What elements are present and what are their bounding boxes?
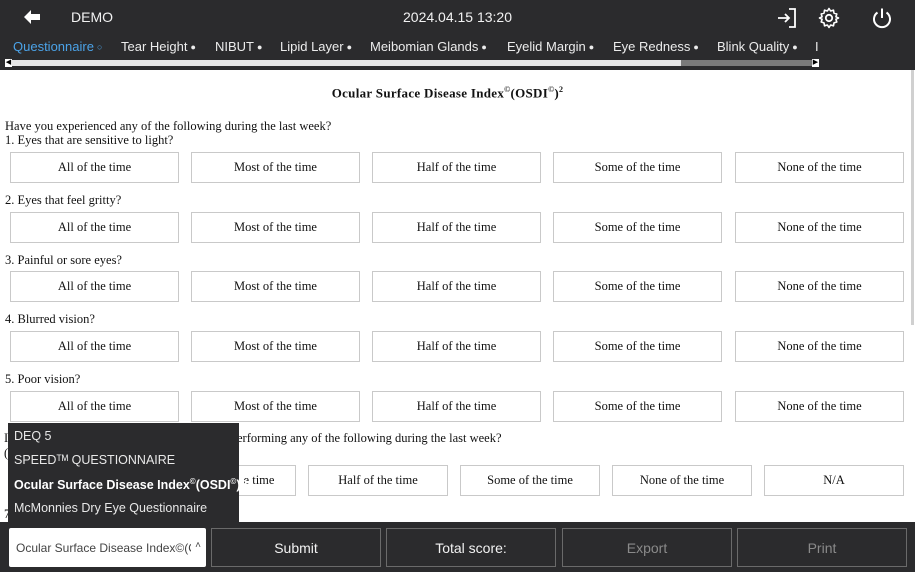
tab-meibomian-glands[interactable]: Meibomian Glands ● <box>370 39 487 54</box>
questionnaire-dropdown-menu: DEQ 5 SPEEDᵀᴹ QUESTIONNAIRE Ocular Surfa… <box>8 423 247 522</box>
page-title: Ocular Surface Disease Index©(OSDI©)2 <box>0 85 895 101</box>
menu-close: )2 <box>236 478 248 493</box>
tab-eye-redness[interactable]: Eye Redness ● <box>613 39 699 54</box>
tab-eyelid-margin[interactable]: Eyelid Margin ● <box>507 39 594 54</box>
q5-option-some[interactable]: Some of the time <box>553 391 722 422</box>
title-abbrev: (OSDI <box>510 85 549 101</box>
q3-option-most[interactable]: Most of the time <box>191 271 360 302</box>
tab-label: Meibomian Glands <box>370 39 479 54</box>
q2-option-all[interactable]: All of the time <box>10 212 179 243</box>
tab-lipid-layer[interactable]: Lipid Layer ● <box>280 39 352 54</box>
tab-nibut[interactable]: NIBUT ● <box>215 39 262 54</box>
tab-label: Tear Height <box>121 39 188 54</box>
q6-option-some[interactable]: Some of the time <box>460 465 600 496</box>
menu-item-deq5[interactable]: DEQ 5 <box>14 429 52 443</box>
export-button[interactable]: Export <box>562 528 732 567</box>
question-4: 4. Blurred vision? <box>5 312 95 326</box>
footer-bar: Ocular Surface Disease Index©(OS ˄ Submi… <box>0 522 915 572</box>
menu-item-label: Ocular Surface Disease Index <box>14 478 190 493</box>
tab-bar: Questionnaire ○ Tear Height ● NIBUT ● Lipid… <box>0 35 915 58</box>
menu-item-speed[interactable]: SPEEDᵀᴹ QUESTIONNAIRE <box>14 453 175 467</box>
q1-option-none[interactable]: None of the time <box>735 152 904 183</box>
q6-option-none[interactable]: None of the time <box>612 465 752 496</box>
total-score-display: Total score: <box>386 528 556 567</box>
submit-button[interactable]: Submit <box>211 528 381 567</box>
tab-status-marker: ● <box>792 42 798 52</box>
tab-label: NIBUT <box>215 39 254 54</box>
q5-option-all[interactable]: All of the time <box>10 391 179 422</box>
tab-status-marker: ● <box>257 42 263 52</box>
q3-option-half[interactable]: Half of the time <box>372 271 541 302</box>
q1-option-all[interactable]: All of the time <box>10 152 179 183</box>
q2-option-none[interactable]: None of the time <box>735 212 904 243</box>
q2-option-most[interactable]: Most of the time <box>191 212 360 243</box>
tab-status-marker: ● <box>346 42 353 52</box>
q4-option-all[interactable]: All of the time <box>10 331 179 362</box>
q1-option-half[interactable]: Half of the time <box>372 152 541 183</box>
q4-option-half[interactable]: Half of the time <box>372 331 541 362</box>
tab-status-marker: ○ <box>96 42 103 52</box>
q3-option-none[interactable]: None of the time <box>735 271 904 302</box>
tab-label: Eye Redness <box>613 39 691 54</box>
menu-abbrev: (OSDI <box>195 478 231 493</box>
q6-option-na[interactable]: N/A <box>764 465 904 496</box>
tab-status-marker: ● <box>481 42 487 52</box>
q3-option-all[interactable]: All of the time <box>10 271 179 302</box>
q1-option-some[interactable]: Some of the time <box>553 152 722 183</box>
q6-option-half[interactable]: Half of the time <box>308 465 448 496</box>
question-2: 2. Eyes that feel gritty? <box>5 193 122 207</box>
menu-item-mcmonnies[interactable]: McMonnies Dry Eye Questionnaire <box>14 501 207 515</box>
chevron-up-icon: ˄ <box>195 540 201 551</box>
q5-option-none[interactable]: None of the time <box>735 391 904 422</box>
power-icon[interactable] <box>870 6 894 30</box>
question-5: 5. Poor vision? <box>5 372 81 386</box>
questionnaire-select[interactable]: Ocular Surface Disease Index©(OS ˄ <box>9 528 206 567</box>
q2-option-half[interactable]: Half of the time <box>372 212 541 243</box>
header-bar: DEMO 2024.04.15 13:20 <box>0 0 915 35</box>
tab-label: Questionnaire <box>13 39 94 54</box>
question-intro: Have you experienced any of the followin… <box>5 119 332 133</box>
tab-questionnaire[interactable]: Questionnaire ○ <box>13 39 102 54</box>
tab-status-marker: ● <box>588 42 595 52</box>
q2-option-some[interactable]: Some of the time <box>553 212 722 243</box>
tab-status-marker: ● <box>190 42 196 52</box>
tab-label: I <box>815 39 819 54</box>
menu-item-osdi[interactable]: Ocular Surface Disease Index©(OSDI©)2 <box>14 477 247 492</box>
tab-tear-height[interactable]: Tear Height ● <box>121 39 196 54</box>
question-1: 1. Eyes that are sensitive to light? <box>5 133 174 147</box>
q1-option-most[interactable]: Most of the time <box>191 152 360 183</box>
scrollbar-thumb[interactable] <box>11 60 681 66</box>
tab-label: Eyelid Margin <box>507 39 586 54</box>
tab-overflow[interactable]: I <box>815 39 819 54</box>
select-value: Ocular Surface Disease Index©(OS <box>16 541 191 555</box>
back-arrow-icon[interactable] <box>18 7 46 27</box>
title-superscript: 2 <box>558 85 564 94</box>
tab-status-marker: ● <box>693 42 699 52</box>
gear-icon[interactable] <box>817 6 841 30</box>
scroll-left-icon[interactable]: ◀ <box>5 59 12 67</box>
section-2-intro: erforming any of the following during th… <box>237 431 502 445</box>
tab-label: Blink Quality <box>717 39 790 54</box>
q5-option-most[interactable]: Most of the time <box>191 391 360 422</box>
tab-scrollbar[interactable]: ◀ ▶ <box>0 58 915 70</box>
scroll-right-icon[interactable]: ▶ <box>812 59 819 67</box>
q4-option-most[interactable]: Most of the time <box>191 331 360 362</box>
app-title: DEMO <box>71 9 113 25</box>
question-3: 3. Painful or sore eyes? <box>5 253 122 267</box>
q3-option-some[interactable]: Some of the time <box>553 271 722 302</box>
q4-option-some[interactable]: Some of the time <box>553 331 722 362</box>
title-text: Ocular Surface Disease Index <box>331 85 505 101</box>
q4-option-none[interactable]: None of the time <box>735 331 904 362</box>
vertical-scrollbar[interactable] <box>911 70 914 325</box>
logout-icon[interactable] <box>775 6 799 30</box>
option-label: e time <box>243 473 275 487</box>
q5-option-half[interactable]: Half of the time <box>372 391 541 422</box>
tab-blink-quality[interactable]: Blink Quality ● <box>717 39 798 54</box>
tab-label: Lipid Layer <box>280 39 344 54</box>
print-button[interactable]: Print <box>737 528 907 567</box>
